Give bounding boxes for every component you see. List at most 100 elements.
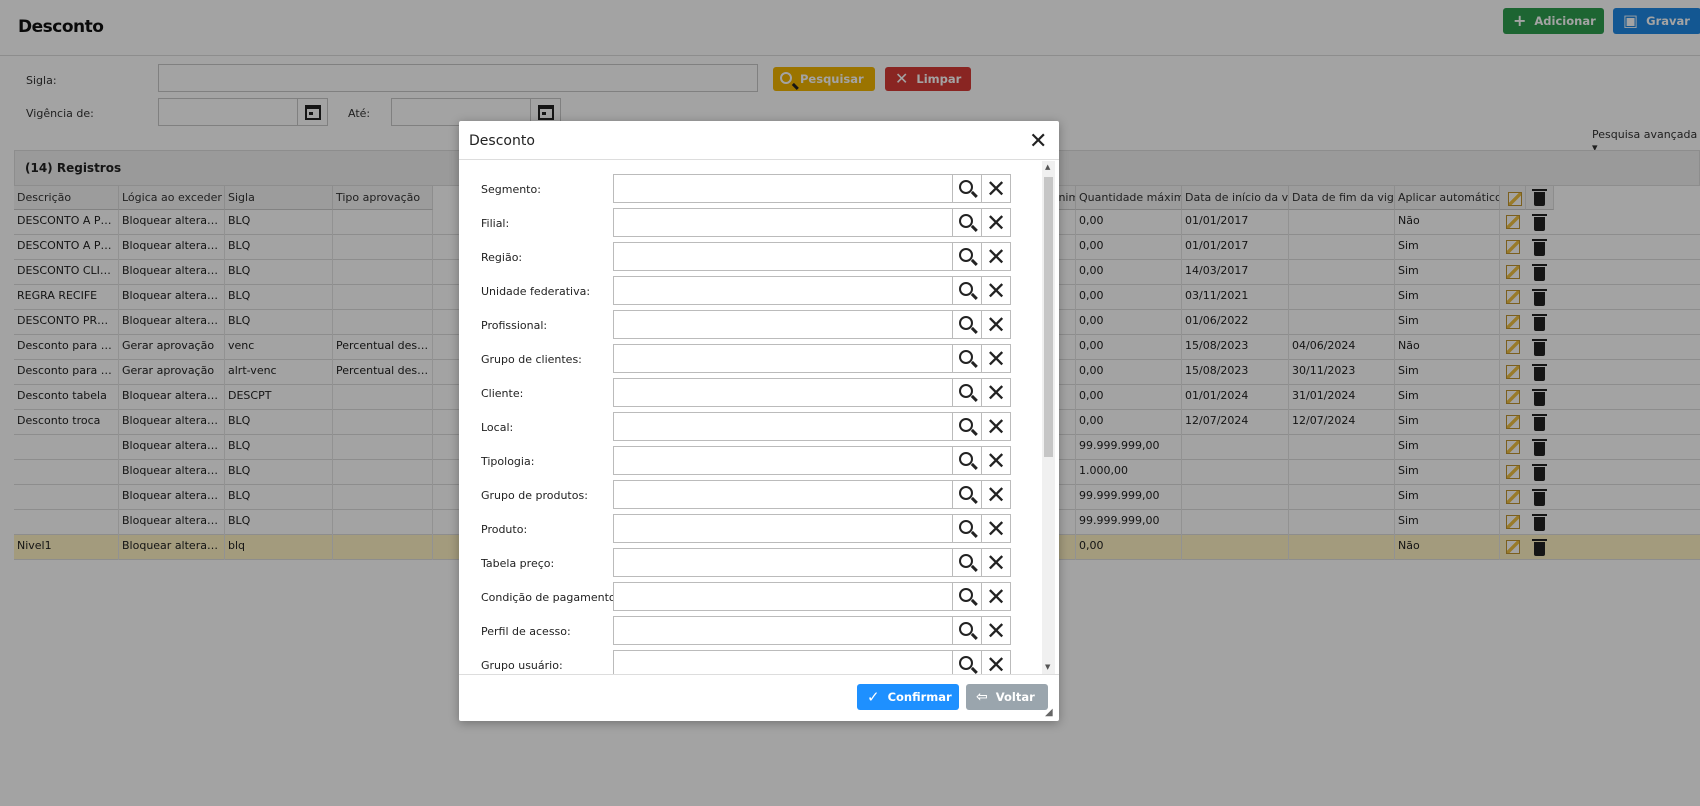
clear-field-button[interactable]: ✕ bbox=[981, 514, 1011, 543]
close-icon: ✕ bbox=[985, 412, 1007, 441]
lookup-button[interactable] bbox=[952, 344, 982, 373]
close-icon: ✕ bbox=[985, 548, 1007, 577]
field-input[interactable] bbox=[613, 344, 953, 373]
form-row: Cliente: ✕ bbox=[459, 375, 1042, 409]
back-button[interactable]: ⇦ Voltar bbox=[966, 684, 1048, 710]
field-label: Cliente: bbox=[481, 387, 524, 400]
lookup-button[interactable] bbox=[952, 480, 982, 509]
clear-field-button[interactable]: ✕ bbox=[981, 344, 1011, 373]
lookup-button[interactable] bbox=[952, 548, 982, 577]
scroll-up-icon[interactable]: ▲ bbox=[1045, 163, 1050, 171]
form-row: Tipologia: ✕ bbox=[459, 443, 1042, 477]
lookup-button[interactable] bbox=[952, 650, 982, 674]
search-icon bbox=[958, 350, 973, 364]
field-label: Unidade federativa: bbox=[481, 285, 591, 298]
close-icon: ✕ bbox=[985, 242, 1007, 271]
modal-scrollbar[interactable]: ▲ ▼ bbox=[1042, 161, 1055, 674]
lookup-button[interactable] bbox=[952, 616, 982, 645]
clear-field-button[interactable]: ✕ bbox=[981, 650, 1011, 674]
field-input[interactable] bbox=[613, 276, 953, 305]
field-input[interactable] bbox=[613, 242, 953, 271]
field-input[interactable] bbox=[613, 582, 953, 611]
lookup-button[interactable] bbox=[952, 412, 982, 441]
clear-field-button[interactable]: ✕ bbox=[981, 276, 1011, 305]
close-icon: ✕ bbox=[985, 514, 1007, 543]
clear-field-button[interactable]: ✕ bbox=[981, 412, 1011, 441]
search-icon bbox=[958, 622, 973, 636]
form-row: Unidade federativa: ✕ bbox=[459, 273, 1042, 307]
close-icon: ✕ bbox=[985, 344, 1007, 373]
close-icon[interactable]: ✕ bbox=[1029, 131, 1047, 153]
field-label: Perfil de acesso: bbox=[481, 625, 571, 638]
search-icon bbox=[958, 418, 973, 432]
search-icon bbox=[958, 384, 973, 398]
clear-field-button[interactable]: ✕ bbox=[981, 616, 1011, 645]
divider bbox=[459, 674, 1059, 675]
field-label: Filial: bbox=[481, 217, 510, 230]
close-icon: ✕ bbox=[985, 480, 1007, 509]
scroll-down-icon[interactable]: ▼ bbox=[1045, 663, 1050, 671]
check-icon: ✓ bbox=[867, 688, 880, 706]
form-row: Grupo de clientes: ✕ bbox=[459, 341, 1042, 375]
field-input[interactable] bbox=[613, 208, 953, 237]
lookup-button[interactable] bbox=[952, 514, 982, 543]
field-label: Grupo de produtos: bbox=[481, 489, 588, 502]
clear-field-button[interactable]: ✕ bbox=[981, 242, 1011, 271]
close-icon: ✕ bbox=[985, 378, 1007, 407]
field-input[interactable] bbox=[613, 310, 953, 339]
field-input[interactable] bbox=[613, 548, 953, 577]
form-row: Grupo usuário: ✕ bbox=[459, 647, 1042, 674]
field-input[interactable] bbox=[613, 412, 953, 441]
search-icon bbox=[958, 656, 973, 670]
search-icon bbox=[958, 214, 973, 228]
form-row: Grupo de produtos: ✕ bbox=[459, 477, 1042, 511]
form-row: Produto: ✕ bbox=[459, 511, 1042, 545]
field-input[interactable] bbox=[613, 480, 953, 509]
close-icon: ✕ bbox=[985, 174, 1007, 203]
form-row: Profissional: ✕ bbox=[459, 307, 1042, 341]
clear-field-button[interactable]: ✕ bbox=[981, 378, 1011, 407]
close-icon: ✕ bbox=[985, 208, 1007, 237]
form-row: Região: ✕ bbox=[459, 239, 1042, 273]
field-input[interactable] bbox=[613, 616, 953, 645]
field-input[interactable] bbox=[613, 514, 953, 543]
field-label: Região: bbox=[481, 251, 523, 264]
search-icon bbox=[958, 486, 973, 500]
close-icon: ✕ bbox=[985, 310, 1007, 339]
field-label: Condição de pagamento: bbox=[481, 591, 620, 604]
field-input[interactable] bbox=[613, 174, 953, 203]
clear-field-button[interactable]: ✕ bbox=[981, 548, 1011, 577]
close-icon: ✕ bbox=[985, 446, 1007, 475]
clear-field-button[interactable]: ✕ bbox=[981, 174, 1011, 203]
clear-field-button[interactable]: ✕ bbox=[981, 582, 1011, 611]
field-label: Grupo de clientes: bbox=[481, 353, 582, 366]
close-icon: ✕ bbox=[985, 276, 1007, 305]
confirm-button[interactable]: ✓ Confirmar bbox=[857, 684, 959, 710]
clear-field-button[interactable]: ✕ bbox=[981, 446, 1011, 475]
modal-title: Desconto bbox=[469, 133, 535, 149]
field-input[interactable] bbox=[613, 378, 953, 407]
field-label: Tipologia: bbox=[481, 455, 535, 468]
lookup-button[interactable] bbox=[952, 378, 982, 407]
form-row: Local: ✕ bbox=[459, 409, 1042, 443]
lookup-button[interactable] bbox=[952, 174, 982, 203]
lookup-button[interactable] bbox=[952, 310, 982, 339]
search-icon bbox=[958, 554, 973, 568]
search-icon bbox=[958, 180, 973, 194]
field-input[interactable] bbox=[613, 446, 953, 475]
clear-field-button[interactable]: ✕ bbox=[981, 480, 1011, 509]
field-input[interactable] bbox=[613, 650, 953, 674]
clear-field-button[interactable]: ✕ bbox=[981, 208, 1011, 237]
close-icon: ✕ bbox=[985, 650, 1007, 675]
field-label: Tabela preço: bbox=[481, 557, 555, 570]
lookup-button[interactable] bbox=[952, 446, 982, 475]
lookup-button[interactable] bbox=[952, 276, 982, 305]
lookup-button[interactable] bbox=[952, 242, 982, 271]
divider bbox=[459, 159, 1059, 160]
form-row: Filial: ✕ bbox=[459, 205, 1042, 239]
resize-handle-icon[interactable]: ◢ bbox=[1045, 707, 1053, 718]
lookup-button[interactable] bbox=[952, 582, 982, 611]
scrollbar-thumb[interactable] bbox=[1044, 177, 1053, 457]
lookup-button[interactable] bbox=[952, 208, 982, 237]
clear-field-button[interactable]: ✕ bbox=[981, 310, 1011, 339]
